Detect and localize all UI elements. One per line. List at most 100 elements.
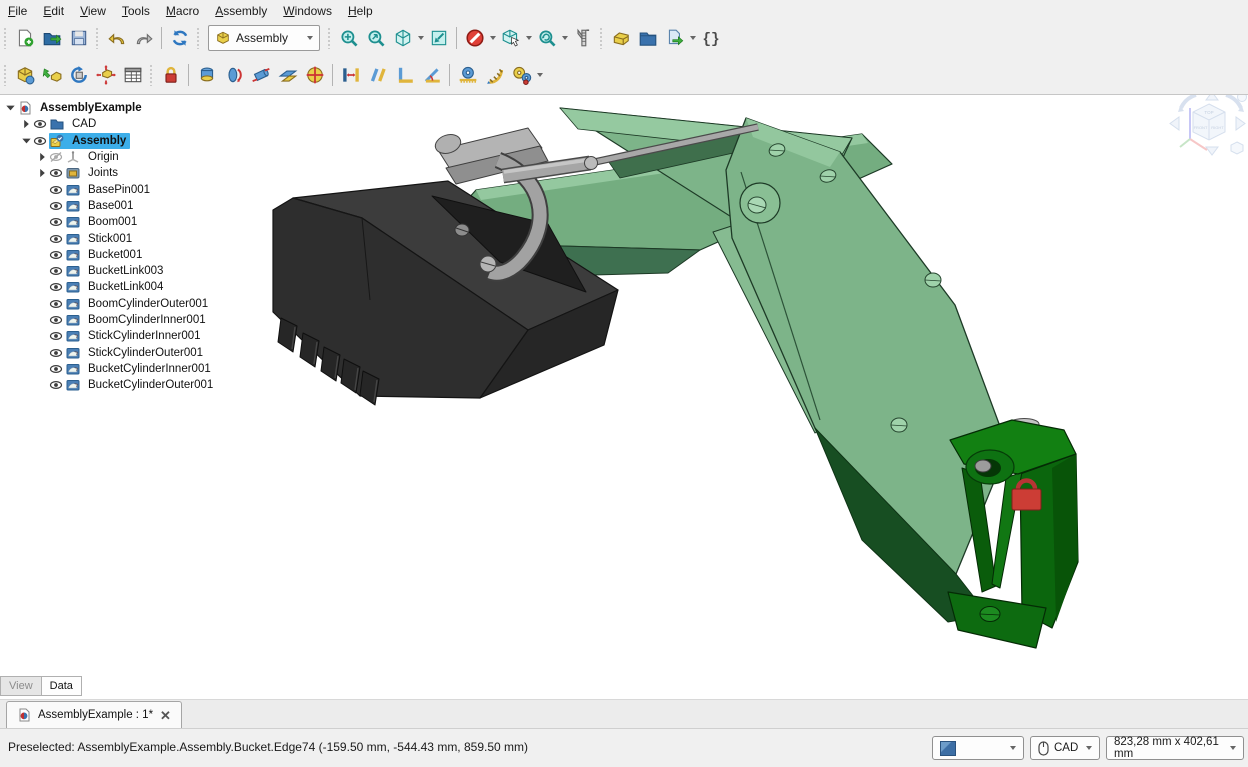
3d-viewport[interactable]: TOP FRONT RIGHT (232, 95, 1248, 699)
visibility-eye-icon[interactable] (49, 232, 65, 245)
menu-file[interactable]: File (0, 2, 35, 20)
visibility-eye-icon[interactable] (49, 183, 65, 196)
visibility-eye-icon[interactable] (49, 167, 65, 180)
joint-distance-button[interactable] (337, 61, 364, 88)
visibility-eye-icon[interactable] (49, 314, 65, 327)
create-part-button[interactable] (607, 25, 634, 52)
tab-view[interactable]: View (0, 676, 41, 696)
visibility-eye-icon[interactable] (33, 134, 49, 147)
toolbar-handle[interactable] (599, 27, 603, 49)
toolbar-handle[interactable] (3, 27, 7, 49)
view-fit-all-button[interactable] (335, 25, 362, 52)
redo-button[interactable] (130, 25, 157, 52)
toolbar-handle[interactable] (327, 27, 331, 49)
visibility-eye-icon[interactable] (49, 330, 65, 343)
joint-perpendicular-button[interactable] (391, 61, 418, 88)
visibility-eye-off-icon[interactable] (49, 151, 65, 164)
zoom-selection-button[interactable] (362, 25, 389, 52)
tree-item-joints[interactable]: Joints (0, 165, 232, 181)
tab-data[interactable]: Data (41, 676, 82, 696)
joint-gears-button[interactable] (508, 61, 535, 88)
draw-style-button-dropdown[interactable] (488, 25, 497, 52)
tree-item-stickcylinderinner001[interactable]: StickCylinderInner001 (0, 328, 232, 344)
selection-view-button-dropdown[interactable] (524, 25, 533, 52)
refresh-button[interactable] (166, 25, 193, 52)
visibility-eye-icon[interactable] (49, 216, 65, 229)
menu-edit[interactable]: Edit (35, 2, 72, 20)
tree-item-assemblyexample[interactable]: AssemblyExample (0, 100, 232, 116)
new-file-button[interactable] (11, 25, 38, 52)
solve-assembly-button[interactable] (65, 61, 92, 88)
undo-button[interactable] (103, 25, 130, 52)
tree-item-base001[interactable]: Base001 (0, 198, 232, 214)
menu-macro[interactable]: Macro (158, 2, 207, 20)
navigation-style-dropdown[interactable]: CAD (1030, 736, 1100, 760)
create-group-button[interactable] (634, 25, 661, 52)
menu-assembly[interactable]: Assembly (207, 2, 275, 20)
tree-item-cad[interactable]: CAD (0, 116, 232, 132)
tree-item-bucketcylinderouter001[interactable]: BucketCylinderOuter001 (0, 377, 232, 393)
tree-item-bucketlink004[interactable]: BucketLink004 (0, 279, 232, 295)
selection-view-button[interactable] (497, 25, 524, 52)
document-tab[interactable]: AssemblyExample : 1* ✕ (6, 701, 182, 728)
tree-item-boomcylinderinner001[interactable]: BoomCylinderInner001 (0, 312, 232, 328)
joint-angle-button[interactable] (418, 61, 445, 88)
move-part-button[interactable] (92, 61, 119, 88)
expression-button[interactable]: {} (697, 25, 724, 52)
tree-item-bucketlink003[interactable]: BucketLink003 (0, 263, 232, 279)
clipping-button[interactable] (533, 25, 560, 52)
view-dimensions-dropdown[interactable]: 823,28 mm x 402,61 mm (1106, 736, 1244, 760)
joint-parallel-button[interactable] (364, 61, 391, 88)
joint-cylindrical-button[interactable] (247, 61, 274, 88)
joint-planar-button[interactable] (274, 61, 301, 88)
save-button[interactable] (65, 25, 92, 52)
create-assembly-button[interactable] (11, 61, 38, 88)
visibility-eye-icon[interactable] (33, 118, 49, 131)
menu-view[interactable]: View (72, 2, 114, 20)
joint-gears-button-dropdown[interactable] (535, 61, 544, 88)
tree-expand-icon[interactable] (36, 151, 49, 164)
visibility-eye-icon[interactable] (49, 346, 65, 359)
tree-item-boom001[interactable]: Boom001 (0, 214, 232, 230)
toolbar-handle[interactable] (95, 27, 99, 49)
open-file-button[interactable] (38, 25, 65, 52)
insert-component-button[interactable] (38, 61, 65, 88)
bill-of-materials-button[interactable] (119, 61, 146, 88)
tree-item-basepin001[interactable]: BasePin001 (0, 181, 232, 197)
draw-style-button[interactable] (461, 25, 488, 52)
workbench-selector[interactable]: Assembly (208, 25, 320, 51)
close-icon[interactable]: ✕ (160, 709, 171, 722)
tree-expand-icon[interactable] (20, 134, 33, 147)
make-link-button[interactable] (661, 25, 688, 52)
joint-rack-pinion-button[interactable] (454, 61, 481, 88)
visibility-eye-icon[interactable] (49, 248, 65, 261)
view-isometric-button[interactable] (389, 25, 416, 52)
tree-item-bucketcylinderinner001[interactable]: BucketCylinderInner001 (0, 361, 232, 377)
view-isometric-button-dropdown[interactable] (416, 25, 425, 52)
toolbar-handle[interactable] (3, 64, 7, 86)
fit-selection-button[interactable] (425, 25, 452, 52)
toolbar-handle[interactable] (196, 27, 200, 49)
visibility-eye-icon[interactable] (49, 265, 65, 278)
tree-item-stickcylinderouter001[interactable]: StickCylinderOuter001 (0, 344, 232, 360)
menu-windows[interactable]: Windows (275, 2, 340, 20)
unit-scheme-dropdown[interactable] (932, 736, 1024, 760)
toolbar-handle[interactable] (149, 64, 153, 86)
tree-item-stick001[interactable]: Stick001 (0, 230, 232, 246)
joint-fixed-button[interactable] (193, 61, 220, 88)
tree-item-bucket001[interactable]: Bucket001 (0, 247, 232, 263)
make-link-button-dropdown[interactable] (688, 25, 697, 52)
tree-expand-icon[interactable] (36, 167, 49, 180)
visibility-eye-icon[interactable] (49, 297, 65, 310)
menu-tools[interactable]: Tools (114, 2, 158, 20)
tree-item-boomcylinderouter001[interactable]: BoomCylinderOuter001 (0, 296, 232, 312)
tree-item-origin[interactable]: Origin (0, 149, 232, 165)
joint-ball-button[interactable] (301, 61, 328, 88)
clipping-button-dropdown[interactable] (560, 25, 569, 52)
visibility-eye-icon[interactable] (49, 281, 65, 294)
toggle-grounded-button[interactable] (157, 61, 184, 88)
menu-help[interactable]: Help (340, 2, 381, 20)
visibility-eye-icon[interactable] (49, 199, 65, 212)
tree-item-assembly[interactable]: Assembly (0, 133, 232, 149)
visibility-eye-icon[interactable] (49, 379, 65, 392)
